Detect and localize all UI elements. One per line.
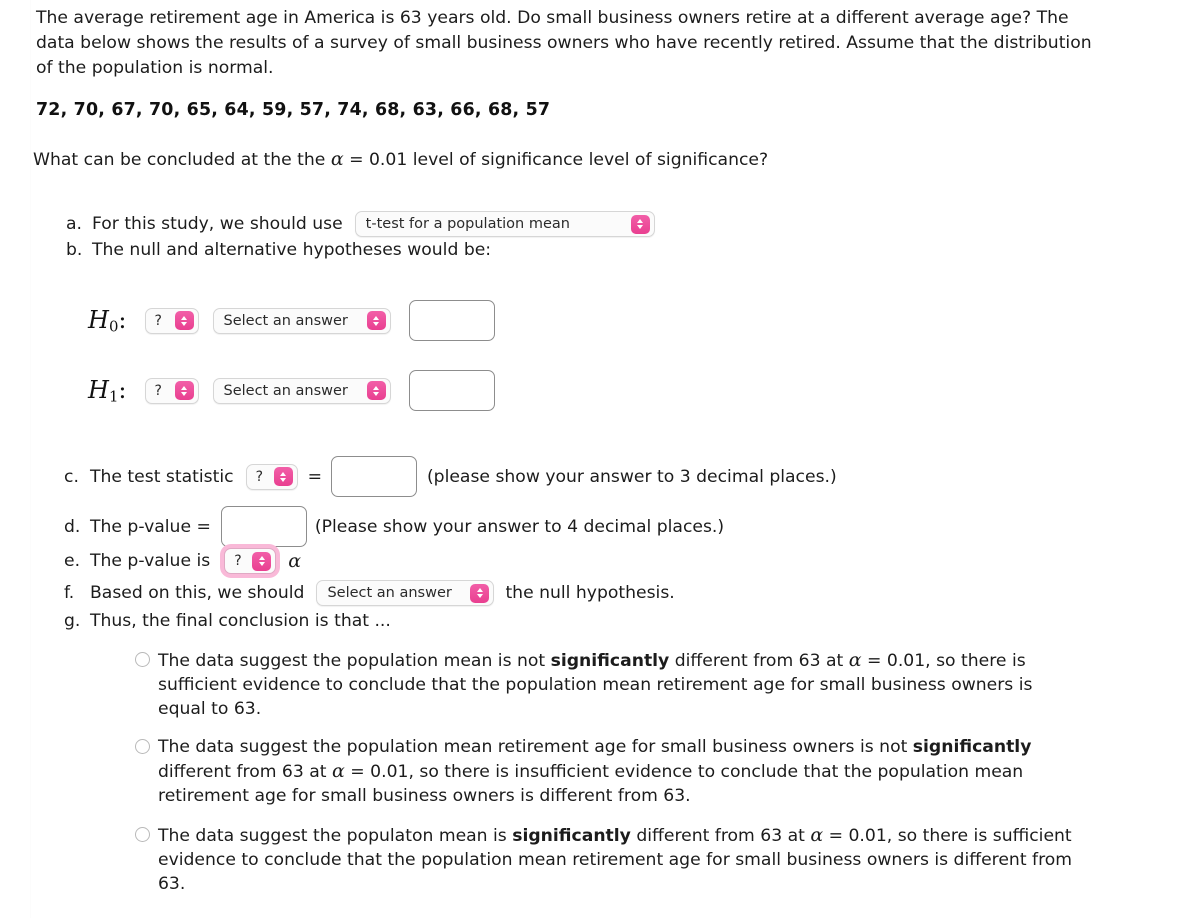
part-d-label: The p-value = [90, 516, 211, 537]
conclusion-choice-3-text: The data suggest the populaton mean is s… [158, 824, 1073, 894]
hypothesis-null-row: H0: ? Select an answer [88, 300, 495, 341]
radio-button-icon[interactable] [135, 739, 150, 754]
part-d-row: d. The p-value = (Please show your answe… [64, 506, 724, 547]
chevron-updown-icon [630, 214, 650, 234]
h1-value-input[interactable] [408, 370, 495, 411]
chevron-updown-icon [366, 311, 386, 330]
part-g-marker: g. [64, 611, 81, 631]
test-statistic-select-value: ? [255, 468, 263, 485]
conclusion-choice-1[interactable]: The data suggest the population mean is … [135, 648, 1085, 721]
chevron-updown-icon [174, 381, 194, 400]
part-f-row: f. Based on this, we should Select an an… [64, 580, 675, 606]
part-e-row: e. The p-value is ? α [64, 548, 301, 574]
part-a-marker: a. [66, 214, 82, 234]
part-e-alpha-symbol: α [288, 550, 302, 572]
h0-parameter-select[interactable]: ? [144, 307, 199, 334]
part-f-label: Based on this, we should [90, 583, 305, 603]
data-values-list: 72, 70, 67, 70, 65, 64, 59, 57, 74, 68, … [36, 100, 551, 120]
decision-select-value: Select an answer [327, 585, 452, 601]
left-edge-rule [30, 0, 31, 918]
part-c-row: c. The test statistic ? = (please show y… [64, 456, 837, 497]
part-b-marker: b. [66, 240, 83, 260]
chevron-updown-icon [470, 583, 490, 603]
h1-answer-select[interactable]: Select an answer [212, 377, 391, 404]
part-c-hint: (please show your answer to 3 decimal pl… [426, 466, 837, 487]
h0-answer-select-value: Select an answer [223, 312, 348, 329]
test-statistic-select[interactable]: ? [245, 463, 298, 490]
alpha-symbol: α [330, 148, 344, 170]
conclusion-choice-2-text: The data suggest the population mean ret… [158, 737, 1032, 806]
part-g-label: Thus, the final conclusion is that ... [90, 611, 391, 631]
chevron-updown-icon [366, 381, 386, 400]
part-b-label: The null and alternative hypotheses woul… [92, 240, 492, 260]
h0-parameter-select-value: ? [154, 312, 162, 329]
part-f-marker: f. [64, 583, 75, 603]
test-statistic-equals: = [307, 466, 322, 487]
radio-button-icon[interactable] [135, 652, 150, 667]
part-a-label: For this study, we should use [92, 214, 343, 234]
p-value-comparison-select[interactable]: ? [224, 548, 277, 574]
p-value-comparison-select-value: ? [234, 553, 242, 569]
significance-question-line: What can be concluded at the the α = 0.0… [33, 148, 768, 170]
conclusion-choice-1-text: The data suggest the population mean is … [158, 649, 1033, 719]
p-value-input[interactable] [220, 506, 307, 547]
part-a-row: a. For this study, we should use t-test … [66, 211, 655, 237]
part-f-label-after: the null hypothesis. [505, 583, 675, 603]
part-c-label: The test statistic [90, 466, 234, 487]
part-b-row: b. The null and alternative hypotheses w… [66, 240, 491, 260]
part-c-marker: c. [64, 466, 79, 487]
worksheet-page: The average retirement age in America is… [0, 0, 1200, 918]
chevron-updown-icon [174, 311, 194, 330]
h1-parameter-select-value: ? [154, 382, 162, 399]
chevron-updown-icon [273, 467, 293, 486]
h1-parameter-select[interactable]: ? [144, 377, 199, 404]
question-prefix: What can be concluded at the the [33, 150, 331, 170]
h0-answer-select[interactable]: Select an answer [212, 307, 391, 334]
part-d-marker: d. [64, 516, 81, 537]
test-type-select[interactable]: t-test for a population mean [354, 211, 655, 237]
conclusion-choice-3[interactable]: The data suggest the populaton mean is s… [135, 823, 1085, 896]
test-type-select-value: t-test for a population mean [365, 216, 570, 232]
question-suffix: = 0.01 level of significance level of si… [343, 150, 769, 170]
h0-math-label: H0: [88, 305, 127, 336]
part-e-label: The p-value is [90, 551, 211, 571]
chevron-updown-icon [252, 551, 272, 571]
h1-math-label: H1: [88, 375, 127, 406]
h0-value-input[interactable] [408, 300, 495, 341]
conclusion-choice-2[interactable]: The data suggest the population mean ret… [135, 735, 1085, 808]
h1-answer-select-value: Select an answer [223, 382, 348, 399]
problem-intro-text: The average retirement age in America is… [36, 8, 1092, 78]
hypothesis-alt-row: H1: ? Select an answer [88, 370, 495, 411]
decision-select[interactable]: Select an answer [316, 580, 495, 606]
radio-button-icon[interactable] [135, 827, 150, 842]
part-g-row: g. Thus, the final conclusion is that ..… [64, 611, 391, 631]
part-d-hint: (Please show your answer to 4 decimal pl… [314, 516, 725, 537]
part-e-marker: e. [64, 551, 81, 571]
test-statistic-input[interactable] [330, 456, 417, 497]
